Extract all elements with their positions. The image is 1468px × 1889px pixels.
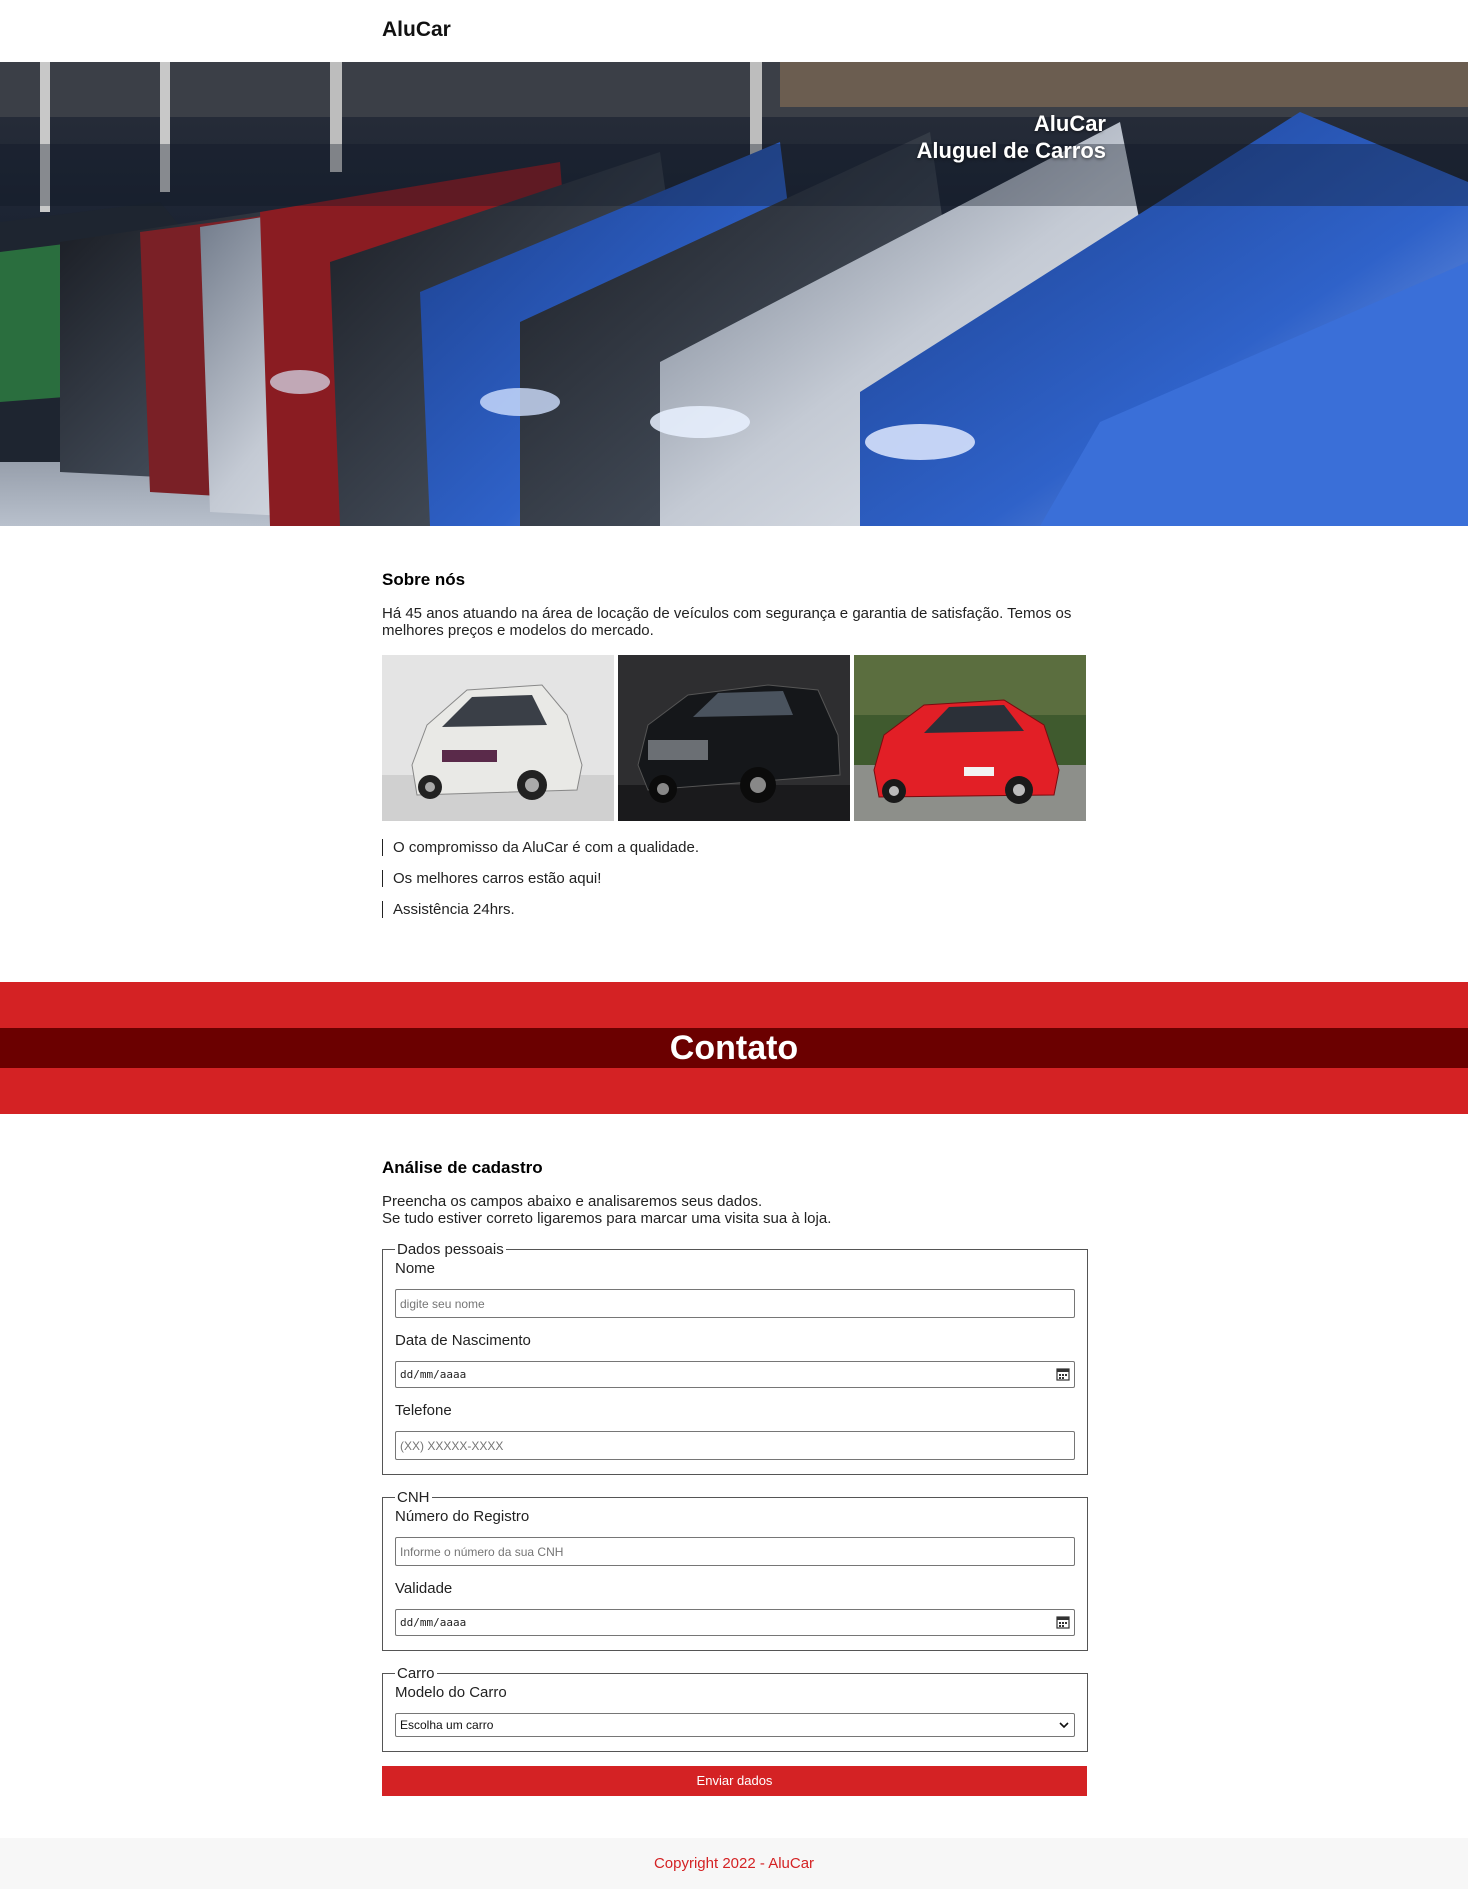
phone-input[interactable] [395, 1431, 1075, 1460]
copyright-text: Copyright 2022 - AluCar [653, 1855, 815, 1872]
cnh-validity-label: Validade [395, 1580, 453, 1597]
site-header: AluCar [0, 0, 1468, 62]
site-footer: Copyright 2022 - AluCar [0, 1838, 1468, 1889]
white-compact-car-photo [382, 655, 614, 821]
car-model-select[interactable]: Escolha um carro [395, 1713, 1075, 1737]
intro-line-1: Preencha os campos abaixo e analisaremos… [382, 1193, 763, 1210]
contact-banner-strip: Contato [0, 1028, 1468, 1068]
car-legend: Carro [397, 1665, 435, 1682]
highlight-item: Assistência 24hrs. [382, 901, 1087, 918]
name-input[interactable] [395, 1289, 1075, 1318]
car-gallery [382, 655, 1087, 821]
about-text: Há 45 anos atuando na área de locação de… [382, 605, 1072, 639]
about-section: Sobre nós Há 45 anos atuando na área de … [382, 570, 1087, 932]
hero-title-line2: Aluguel de Carros [916, 138, 1106, 163]
submit-button[interactable]: Enviar dados [382, 1766, 1087, 1796]
birth-date-input[interactable]: dd/mm/aaaa [395, 1361, 1075, 1388]
hero-title-line1: AluCar [1033, 111, 1106, 136]
personal-data-legend: Dados pessoais [397, 1241, 504, 1258]
car-model-selected: Escolha um carro [400, 1718, 494, 1732]
name-label: Nome [395, 1260, 436, 1277]
registration-section: Análise de cadastro Preencha os campos a… [382, 1158, 1088, 1796]
hero-title: AluCar Aluguel de Carros [917, 110, 1106, 164]
intro-line-2: Se tudo estiver correto ligaremos para m… [382, 1210, 832, 1227]
cnh-number-input[interactable] [395, 1537, 1075, 1566]
about-heading: Sobre nós [382, 570, 466, 589]
hero-banner: AluCar Aluguel de Carros [0, 62, 1468, 526]
cnh-legend: CNH [397, 1489, 430, 1506]
car-fieldset: Carro Modelo do Carro Escolha um carro [382, 1665, 1088, 1752]
phone-label: Telefone [395, 1402, 452, 1419]
cnh-validity-value: dd/mm/aaaa [400, 1616, 467, 1629]
chevron-down-icon [1059, 1722, 1069, 1729]
calendar-icon[interactable] [1056, 1615, 1070, 1629]
car-model-label: Modelo do Carro [395, 1684, 507, 1701]
black-pickup-truck-photo [618, 655, 850, 821]
car-lineup-photo [0, 62, 1468, 526]
red-hatchback-car-photo [854, 655, 1086, 821]
birth-date-label: Data de Nascimento [395, 1332, 531, 1349]
cnh-number-label: Número do Registro [395, 1508, 530, 1525]
highlights-list: O compromisso da AluCar é com a qualidad… [382, 839, 1087, 918]
contact-title: Contato [669, 1029, 799, 1067]
registration-heading: Análise de cadastro [382, 1158, 543, 1177]
brand-logo-text[interactable]: AluCar [382, 18, 451, 42]
birth-date-value: dd/mm/aaaa [400, 1368, 467, 1381]
highlight-item: O compromisso da AluCar é com a qualidad… [382, 839, 1087, 856]
highlight-item: Os melhores carros estão aqui! [382, 870, 1087, 887]
cnh-validity-input[interactable]: dd/mm/aaaa [395, 1609, 1075, 1636]
calendar-icon[interactable] [1056, 1367, 1070, 1381]
registration-intro: Preencha os campos abaixo e analisaremos… [382, 1193, 1087, 1227]
contact-banner: Contato [0, 982, 1468, 1114]
personal-data-fieldset: Dados pessoais Nome Data de Nascimento d… [382, 1241, 1088, 1475]
cnh-fieldset: CNH Número do Registro Validade dd/mm/aa… [382, 1489, 1088, 1651]
